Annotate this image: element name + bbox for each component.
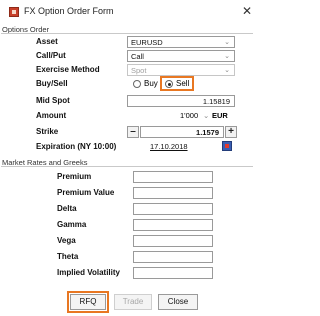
call-put-label: Call/Put (36, 51, 66, 60)
gamma-label: Gamma (57, 220, 87, 229)
vega-field (133, 235, 213, 247)
premium-label: Premium (57, 172, 92, 181)
strike-value: 1.1579 (196, 128, 219, 137)
sell-radio-label: Sell (176, 79, 190, 88)
amount-value[interactable]: 1'000 (180, 111, 198, 120)
buy-sell-label: Buy/Sell (36, 79, 68, 88)
title-bar: FX Option Order Form ✕ (0, 0, 257, 24)
premium-field (133, 171, 213, 183)
rfq-button[interactable]: RFQ (70, 294, 106, 310)
delta-field (133, 203, 213, 215)
strike-decrement-button[interactable]: – (127, 126, 139, 138)
amount-currency-dropdown-icon[interactable]: ⌄ (203, 111, 209, 120)
expiration-label: Expiration (NY 10:00) (36, 142, 117, 151)
buy-radio[interactable] (133, 80, 141, 88)
asset-value: EURUSD (131, 38, 163, 47)
theta-field (133, 251, 213, 263)
exercise-method-label: Exercise Method (36, 65, 100, 74)
buy-radio-label: Buy (144, 79, 158, 88)
mid-spot-value: 1.15819 (202, 97, 230, 106)
exercise-method-select: Spot ⌄ (127, 64, 235, 76)
exercise-method-value: Spot (131, 66, 147, 75)
chevron-down-icon: ⌄ (224, 53, 230, 60)
close-button[interactable]: Close (158, 294, 198, 310)
chevron-down-icon: ⌄ (224, 67, 230, 74)
mid-spot-label: Mid Spot (36, 96, 70, 105)
market-rates-divider (1, 166, 253, 167)
app-icon (9, 7, 19, 17)
amount-currency[interactable]: EUR (212, 111, 228, 120)
call-put-select[interactable]: Call ⌄ (127, 50, 235, 62)
amount-label: Amount (36, 111, 67, 120)
window-title: FX Option Order Form (24, 6, 114, 16)
strike-increment-button[interactable]: + (225, 126, 237, 138)
expiration-date-value[interactable]: 17.10.2018 (150, 142, 188, 151)
implied-volatility-label: Implied Volatility (57, 268, 120, 277)
premium-value-field (133, 187, 213, 199)
options-order-divider (1, 33, 253, 34)
vega-label: Vega (57, 236, 76, 245)
asset-select[interactable]: EURUSD ⌄ (127, 36, 235, 48)
implied-volatility-field (133, 267, 213, 279)
premium-value-label: Premium Value (57, 188, 115, 197)
sell-radio[interactable] (165, 80, 173, 88)
trade-button[interactable]: Trade (114, 294, 152, 310)
chevron-down-icon: ⌄ (224, 39, 230, 46)
theta-label: Theta (57, 252, 79, 261)
mid-spot-field: 1.15819 (127, 95, 235, 107)
delta-label: Delta (57, 204, 77, 213)
call-put-value: Call (131, 52, 144, 61)
calendar-icon[interactable] (222, 141, 232, 151)
gamma-field (133, 219, 213, 231)
asset-label: Asset (36, 37, 58, 46)
strike-input[interactable]: 1.1579 (140, 126, 224, 138)
strike-label: Strike (36, 127, 59, 136)
close-window-button[interactable]: ✕ (242, 4, 252, 18)
